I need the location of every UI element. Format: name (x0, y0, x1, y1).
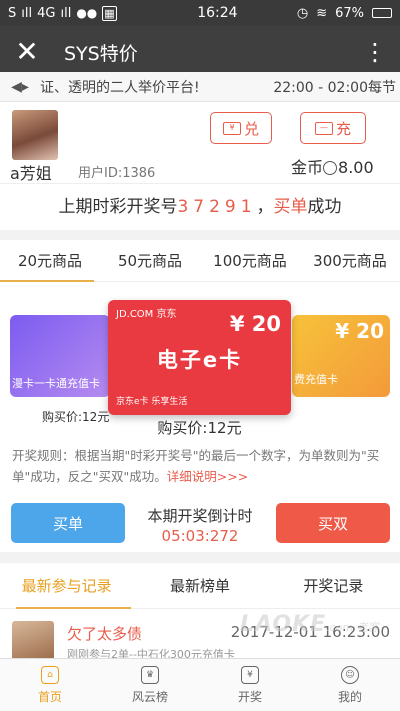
watermark-text: LAOKE (240, 612, 327, 637)
exchange-label: 兑 (243, 119, 259, 138)
ticket-icon: ¥ (241, 665, 259, 684)
product-card-right[interactable]: ¥ 20 费充值卡 (292, 315, 390, 397)
last-draw-result: 上期时彩开奖号37291，买单成功 (0, 192, 400, 217)
divider (0, 183, 400, 184)
signal-icon-2: ıll (60, 5, 72, 21)
rules-detail-link[interactable]: 详细说明>>> (167, 469, 248, 484)
recharge-button[interactable]: — 充 (300, 112, 366, 144)
card-left-label: 漫卡一卡通充值卡 (12, 377, 100, 390)
signal-icon: ıll (21, 5, 33, 21)
goods-tabs: 20元商品 50元商品 100元商品 300元商品 (0, 240, 400, 282)
tab-50[interactable]: 50元商品 (100, 240, 200, 281)
buy-single-button[interactable]: 买单 (11, 503, 125, 543)
record-name: 欠了太多债 (67, 625, 143, 643)
coins-balance: 金币 8.00 (291, 154, 374, 178)
user-id: 用户ID:1386 (78, 166, 156, 181)
coins-label: 金币 (291, 158, 324, 177)
coins-value: 8.00 (338, 158, 374, 177)
carrier-label: S (8, 5, 17, 21)
card-center-amount: ¥ 20 (229, 312, 281, 336)
page-title: SYS特价 (64, 42, 138, 65)
status-time: 16:24 (197, 5, 238, 21)
nav-ranking[interactable]: ♛ 风云榜 (100, 659, 200, 711)
last-draw-prefix: 上期时彩开奖号 (58, 197, 178, 217)
goods-section: 20元商品 50元商品 100元商品 300元商品 漫卡一卡通充值卡 ¥ 20 … (0, 240, 400, 552)
network-label: 4G (37, 5, 56, 21)
wechat-icon: ●● (76, 6, 98, 20)
tab-latest-participation[interactable]: 最新参与记录 (0, 563, 133, 609)
recharge-label: 充 (335, 119, 351, 138)
tab-100[interactable]: 100元商品 (200, 240, 300, 281)
alarm-icon: ◷ (296, 5, 309, 21)
avatar (12, 621, 54, 661)
tab-latest-ranking[interactable]: 最新榜单 (133, 563, 266, 608)
countdown-value: 05:03:272 (161, 527, 239, 545)
close-icon[interactable]: ✕ (0, 26, 54, 78)
notice-marquee: ◀︎▸ 证、透明的二人举价平台! 22:00 - 02:00每节 (0, 72, 400, 102)
watermark-sub: .com 老客 (326, 621, 379, 634)
title-bar: ✕ SYS特价 ⋮ (0, 26, 400, 78)
price-left: 购买价:12元 (42, 410, 110, 424)
nav-draw-label: 开奖 (237, 689, 262, 704)
draw-rules: 开奖规则：根据当期"时彩开奖号"的最后一个数字，为单数则为"买单"成功，反之"买… (12, 445, 390, 487)
marquee-text: 证、透明的二人举价平台! (40, 79, 200, 96)
bottom-nav: ⌂ 首页 ♛ 风云榜 ¥ 开奖 ☺ 我的 (0, 658, 400, 711)
wifi-icon: ≋ (316, 5, 328, 21)
marquee-hours: 22:00 - 02:00每节 (273, 79, 396, 96)
battery-icon (372, 8, 392, 18)
more-menu-icon[interactable]: ⋮ (350, 38, 400, 66)
nav-draw[interactable]: ¥ 开奖 (200, 659, 300, 711)
nav-home-label: 首页 (37, 689, 62, 704)
username: a芳姐 (10, 164, 52, 183)
last-draw-numbers: 37291 (177, 197, 257, 217)
status-bar: S ıll 4G ıll ●● ▦ 16:24 ◷ ≋ 67% (0, 0, 400, 26)
avatar[interactable] (12, 110, 58, 160)
price-center: 购买价:12元 (157, 419, 242, 437)
tab-300[interactable]: 300元商品 (300, 240, 400, 281)
nav-home[interactable]: ⌂ 首页 (0, 659, 100, 711)
card-center-slogan: 京东e卡 乐享生活 (116, 397, 188, 407)
records-tabs: 最新参与记录 最新榜单 开奖记录 (0, 563, 400, 609)
card-center-name: 电子e卡 (156, 348, 243, 372)
product-card-jd[interactable]: JD.COM 京东 ¥ 20 电子e卡 京东e卡 乐享生活 (108, 300, 291, 415)
watermark: LAOKE.com 老客 (240, 612, 379, 637)
card-right-label: 费充值卡 (294, 373, 338, 386)
speaker-icon: ◀︎▸ (11, 78, 29, 95)
nav-ranking-label: 风云榜 (131, 689, 168, 704)
countdown: 本期开奖倒计时 05:03:272 (130, 505, 270, 545)
coin-icon (323, 161, 338, 175)
voucher-icon: ¥ (222, 121, 241, 135)
tab-20[interactable]: 20元商品 (0, 240, 100, 282)
notification-icon: ▦ (102, 5, 117, 21)
nav-mine-label: 我的 (337, 689, 362, 704)
exchange-button[interactable]: ¥ 兑 (210, 112, 272, 144)
home-icon: ⌂ (41, 665, 59, 684)
trophy-icon: ♛ (141, 665, 159, 684)
tab-draw-history[interactable]: 开奖记录 (267, 563, 400, 608)
buy-double-button[interactable]: 买双 (276, 503, 390, 543)
user-panel: a芳姐 用户ID:1386 ¥ 兑 — 充 金币 8.00 上期时彩开奖号3729… (0, 102, 400, 230)
last-draw-result-type: 买单 (273, 197, 308, 217)
battery-percent: 67% (335, 5, 364, 21)
card-right-amount: ¥ 20 (335, 319, 384, 343)
records-section: 最新参与记录 最新榜单 开奖记录 欠了太多债 2017-12-01 16:23:… (0, 563, 400, 661)
jd-brand: JD.COM 京东 (116, 309, 177, 320)
nav-mine[interactable]: ☺ 我的 (300, 659, 400, 711)
user-icon: ☺ (341, 665, 359, 684)
last-draw-suffix: 成功 (307, 197, 342, 217)
countdown-label: 本期开奖倒计时 (147, 507, 253, 525)
product-card-left[interactable]: 漫卡一卡通充值卡 (10, 315, 110, 397)
card-icon: — (314, 121, 333, 135)
last-draw-comma: ， (256, 197, 274, 217)
